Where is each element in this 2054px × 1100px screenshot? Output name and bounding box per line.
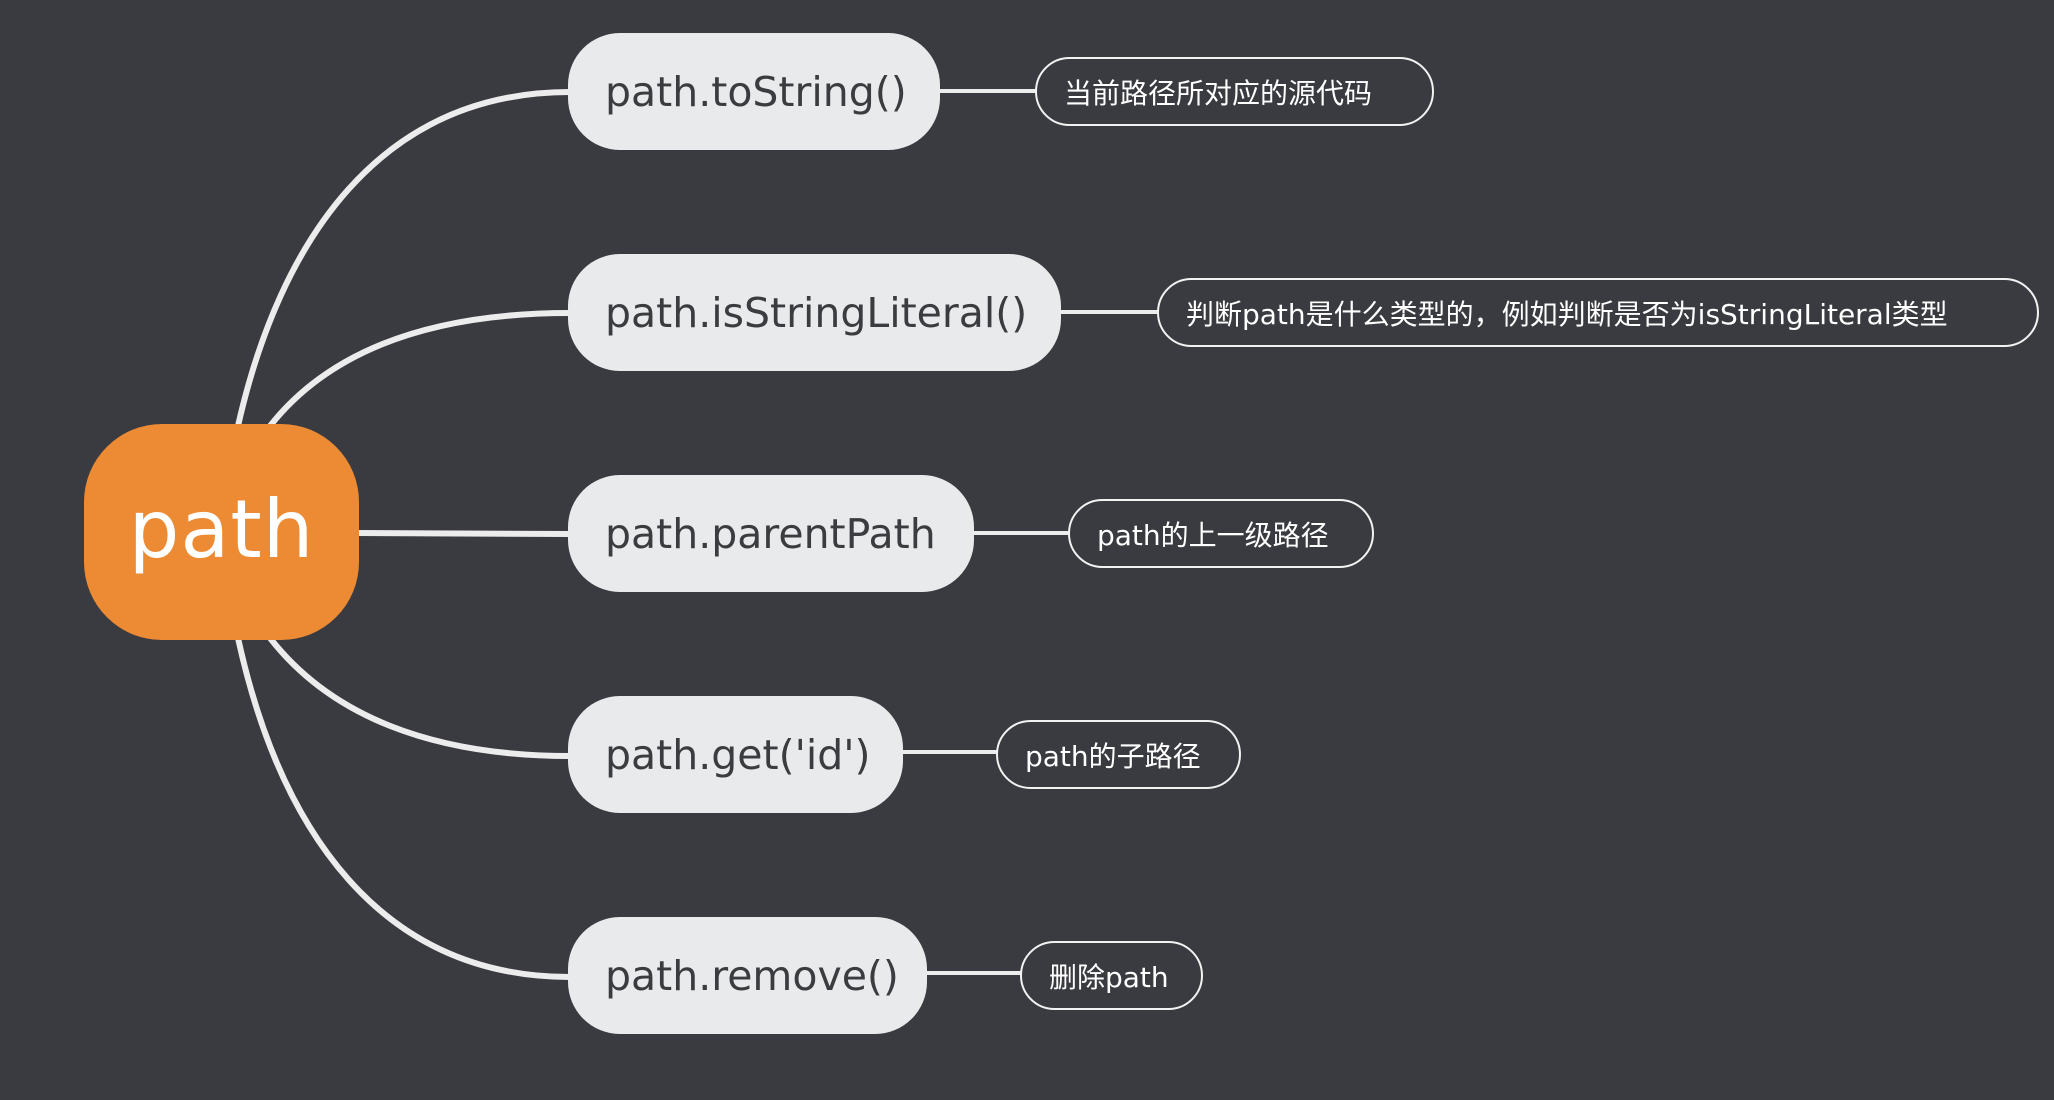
connector-root-branch-4 <box>267 635 573 759</box>
connector-root-branch-3 <box>353 530 573 537</box>
note-node-tostring[interactable]: 当前路径所对应的源代码 <box>1035 57 1434 126</box>
note-node-label: 删除path <box>1049 960 1169 994</box>
branch-node-remove[interactable]: path.remove() <box>568 917 927 1034</box>
note-node-label: path的上一级路径 <box>1097 518 1329 552</box>
branch-node-label: path.remove() <box>605 951 899 1000</box>
branch-node-label: path.toString() <box>605 67 907 116</box>
mind-map-canvas: { "root": { "label": "path" }, "branches… <box>0 0 2054 1100</box>
note-node-label: 判断path是什么类型的，例如判断是否为isStringLiteral类型 <box>1186 297 1948 331</box>
connector-root-branch-1 <box>235 89 573 429</box>
branch-node-get-id[interactable]: path.get('id') <box>568 696 903 813</box>
note-node-parentpath[interactable]: path的上一级路径 <box>1068 499 1374 568</box>
branch-node-tostring[interactable]: path.toString() <box>568 33 940 150</box>
root-node[interactable]: path <box>84 424 359 640</box>
branch-node-label: path.get('id') <box>605 730 871 779</box>
branch-node-label: path.isStringLiteral() <box>605 288 1028 337</box>
branch-node-isstringliteral[interactable]: path.isStringLiteral() <box>568 254 1061 371</box>
note-node-label: path的子路径 <box>1025 739 1201 773</box>
note-node-get-id[interactable]: path的子路径 <box>996 720 1241 789</box>
branch-node-label: path.parentPath <box>605 509 936 558</box>
note-node-label: 当前路径所对应的源代码 <box>1064 76 1373 110</box>
connector-root-branch-2 <box>267 310 573 429</box>
root-node-label: path <box>128 482 315 576</box>
connector-root-branch-5 <box>235 635 573 980</box>
branch-node-parentpath[interactable]: path.parentPath <box>568 475 974 592</box>
note-node-isstringliteral[interactable]: 判断path是什么类型的，例如判断是否为isStringLiteral类型 <box>1157 278 2039 347</box>
note-node-remove[interactable]: 删除path <box>1020 941 1203 1010</box>
